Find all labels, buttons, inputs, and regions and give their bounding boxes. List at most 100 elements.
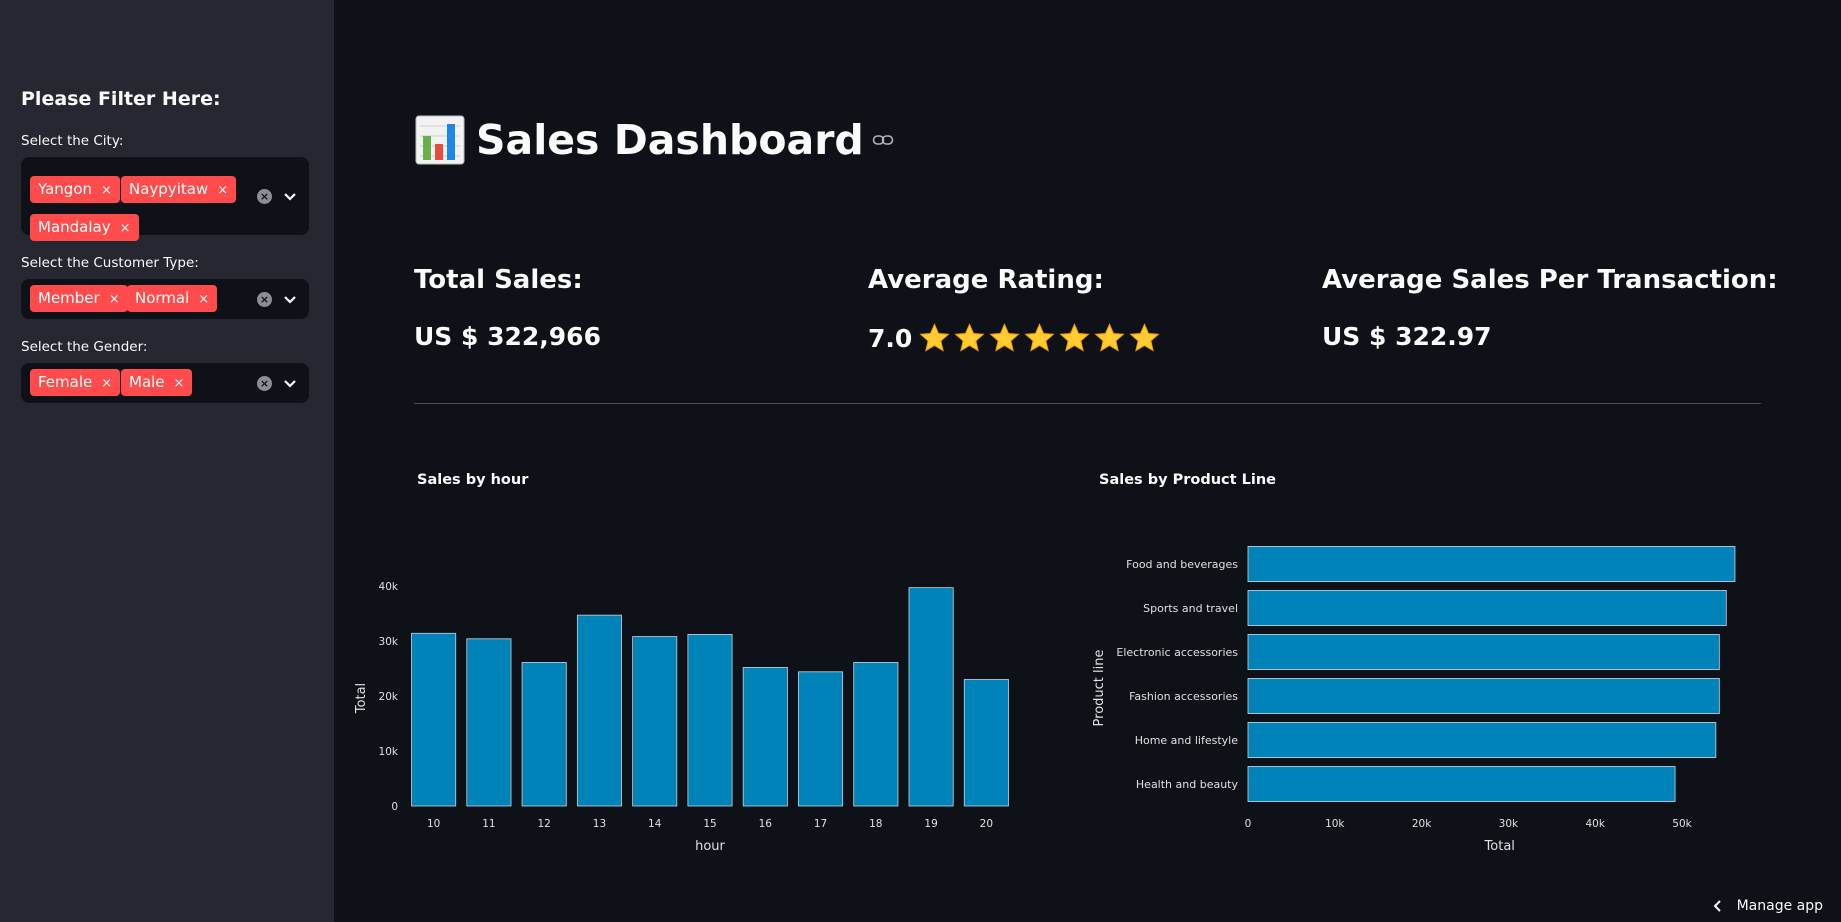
gender-tag-female[interactable]: Female ×	[30, 369, 121, 396]
divider	[414, 403, 1761, 404]
gender-tag-male[interactable]: Male ×	[121, 369, 193, 396]
bar	[798, 671, 844, 807]
chevron-down-icon[interactable]	[283, 192, 297, 202]
bar	[687, 634, 733, 807]
sales-by-product-line-title: Sales by Product Line	[1099, 472, 1276, 488]
y-tick-label: Health and beauty	[1136, 778, 1239, 791]
y-axis-label: Product line	[1092, 650, 1107, 727]
y-tick-label: 20k	[379, 691, 399, 703]
star-icon	[919, 323, 950, 352]
chevron-down-icon[interactable]	[283, 379, 297, 389]
bar	[963, 679, 1009, 807]
chevron-down-icon[interactable]	[283, 295, 297, 305]
x-tick-label: 16	[759, 818, 773, 830]
clear-all-icon[interactable]: ×	[257, 292, 272, 307]
rating-stars	[918, 322, 1163, 355]
remove-tag-icon[interactable]: ×	[109, 292, 120, 307]
bar	[466, 638, 512, 807]
y-axis-label: Total	[354, 683, 369, 714]
sidebar-heading: Please Filter Here:	[21, 88, 221, 110]
star-icon	[1129, 323, 1160, 352]
page-header: Sales Dashboard	[414, 110, 894, 170]
bar-chart-emoji-icon	[415, 115, 465, 165]
bar	[1247, 545, 1736, 583]
sales-by-hour-title: Sales by hour	[417, 472, 529, 488]
x-tick-label: 17	[814, 818, 827, 830]
bar	[632, 636, 678, 807]
x-tick-label: 30k	[1499, 818, 1519, 830]
bar	[1247, 765, 1676, 802]
total-sales-value: US $ 322,966	[414, 322, 601, 351]
bar	[521, 662, 567, 807]
customer-type-tag-member[interactable]: Member ×	[30, 285, 128, 312]
city-tag-yangon[interactable]: Yangon ×	[30, 176, 120, 203]
x-tick-label: 20k	[1412, 818, 1432, 830]
x-tick-label: 18	[869, 818, 882, 830]
x-tick-label: 15	[703, 818, 716, 830]
x-tick-label: 10	[427, 818, 440, 830]
chevron-left-icon	[1713, 900, 1721, 912]
gender-multiselect[interactable]: Female × Male × ×	[21, 363, 309, 403]
x-tick-label: 20	[980, 818, 993, 830]
x-axis-label: Total	[1484, 839, 1515, 854]
sales-by-hour-chart: 0 10k 20k 30k 40k 10 11 12 13 14 15 16 17 18 19 20 hour T…	[354, 581, 1009, 854]
link-icon[interactable]	[872, 133, 894, 147]
remove-tag-icon[interactable]: ×	[101, 183, 112, 198]
remove-tag-icon[interactable]: ×	[217, 183, 228, 198]
total-sales-heading: Total Sales:	[414, 265, 583, 295]
page-title: Sales Dashboard	[476, 116, 864, 164]
x-tick-label: 12	[537, 818, 550, 830]
bar	[1247, 721, 1717, 758]
sales-by-product-line-chart: Food and beverages Sports and travel Elect…	[1092, 545, 1736, 854]
bar	[411, 632, 457, 807]
y-tick-label: 10k	[379, 746, 399, 758]
star-icon	[1024, 323, 1055, 352]
bar	[1247, 677, 1720, 714]
avg-sales-per-transaction-heading: Average Sales Per Transaction:	[1322, 265, 1778, 295]
city-tag-naypyitaw[interactable]: Naypyitaw ×	[121, 176, 237, 203]
clear-all-icon[interactable]: ×	[257, 189, 272, 204]
sidebar: Please Filter Here: Select the City: Yan…	[0, 0, 334, 922]
bar	[908, 587, 954, 807]
remove-tag-icon[interactable]: ×	[174, 376, 185, 391]
remove-tag-icon[interactable]: ×	[101, 376, 112, 391]
star-icon	[1059, 323, 1090, 352]
y-tick-label: Sports and travel	[1143, 602, 1238, 615]
city-multiselect[interactable]: Yangon × Naypyitaw × Mandalay × ×	[21, 157, 309, 241]
x-tick-label: 11	[482, 818, 495, 830]
y-tick-label: Electronic accessories	[1116, 646, 1238, 659]
avg-sales-per-transaction-value: US $ 322.97	[1322, 322, 1492, 351]
x-tick-label: 13	[593, 818, 606, 830]
y-tick-label: 40k	[379, 581, 399, 593]
bar	[1247, 590, 1727, 627]
y-tick-label: Food and beverages	[1126, 558, 1238, 571]
bar	[853, 662, 899, 807]
customer-type-filter-label: Select the Customer Type:	[21, 255, 199, 271]
clear-all-icon[interactable]: ×	[257, 376, 272, 391]
average-rating-value: 7.0	[868, 322, 1163, 355]
star-icon	[954, 323, 985, 352]
y-tick-label: 0	[391, 801, 398, 813]
x-tick-label: 10k	[1325, 818, 1345, 830]
average-rating-heading: Average Rating:	[868, 265, 1104, 295]
remove-tag-icon[interactable]: ×	[198, 292, 209, 307]
manage-app-button[interactable]: Manage app	[1713, 898, 1823, 914]
bar	[576, 614, 622, 807]
x-tick-label: 40k	[1585, 818, 1605, 830]
city-filter-label: Select the City:	[21, 133, 124, 149]
star-icon	[1094, 323, 1125, 352]
x-tick-label: 19	[924, 818, 937, 830]
star-icon	[989, 323, 1020, 352]
gender-filter-label: Select the Gender:	[21, 339, 148, 355]
x-axis-label: hour	[695, 839, 725, 854]
y-tick-label: 30k	[379, 636, 399, 648]
customer-type-tag-normal[interactable]: Normal ×	[127, 285, 218, 312]
bar	[742, 666, 788, 807]
city-tag-mandalay[interactable]: Mandalay ×	[30, 214, 139, 241]
customer-type-multiselect[interactable]: Member × Normal × ×	[21, 279, 309, 319]
x-tick-label: 50k	[1672, 818, 1692, 830]
remove-tag-icon[interactable]: ×	[120, 221, 131, 236]
bar	[1247, 634, 1720, 671]
y-tick-label: Home and lifestyle	[1135, 734, 1239, 747]
x-tick-label: 14	[648, 818, 662, 830]
